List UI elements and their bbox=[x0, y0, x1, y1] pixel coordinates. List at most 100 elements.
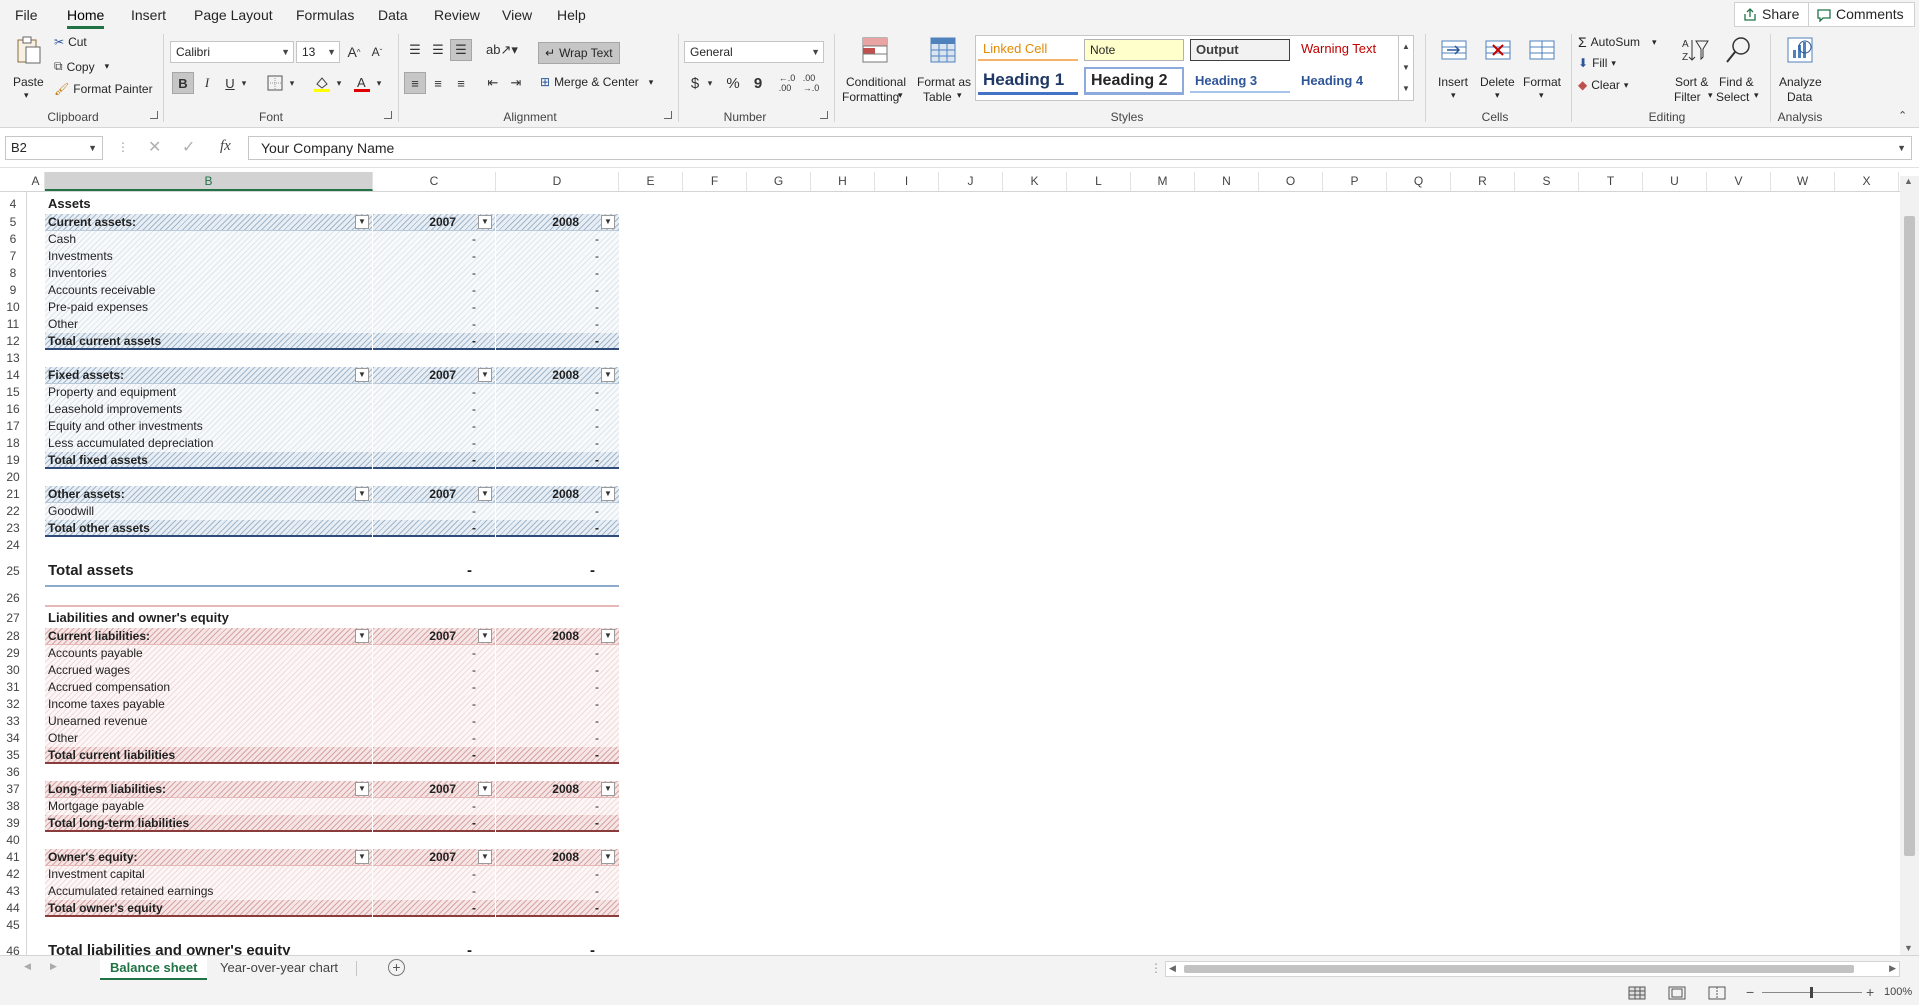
year-header-2007[interactable]: 2007 bbox=[373, 487, 456, 502]
more-options-icon[interactable]: ⋮ bbox=[117, 140, 129, 154]
row-label[interactable]: Accounts receivable bbox=[48, 283, 352, 298]
autosum-button[interactable]: Σ AutoSum ▾ bbox=[1578, 34, 1657, 50]
expand-gallery-icon[interactable]: ▼ bbox=[1399, 78, 1413, 99]
row-label[interactable]: Accumulated retained earnings bbox=[48, 884, 352, 899]
paste-button[interactable]: Paste ▾ bbox=[9, 35, 47, 105]
format-cells-button[interactable]: Format ▾ bbox=[1520, 35, 1564, 107]
chevron-down-icon[interactable]: ▾ bbox=[649, 77, 654, 88]
scroll-down-icon[interactable]: ▼ bbox=[1904, 943, 1913, 953]
tab-insert[interactable]: Insert bbox=[131, 5, 166, 25]
paste-dropdown-icon[interactable]: ▾ bbox=[24, 90, 29, 101]
expand-formula-bar-icon[interactable]: ▼ bbox=[1897, 137, 1906, 159]
value-2007[interactable]: - bbox=[373, 714, 476, 729]
font-family-select[interactable]: Calibri ▼ bbox=[170, 41, 294, 63]
value-2008[interactable]: - bbox=[496, 680, 599, 695]
format-painter-button[interactable]: 🖌 Format Painter bbox=[54, 82, 153, 96]
chevron-down-icon[interactable]: ▼ bbox=[88, 137, 97, 159]
tab-help[interactable]: Help bbox=[557, 5, 586, 25]
scroll-up-icon[interactable]: ▲ bbox=[1904, 176, 1913, 186]
insert-cells-button[interactable]: Insert ▾ bbox=[1434, 35, 1474, 107]
scroll-right-icon[interactable]: ▶ bbox=[1889, 963, 1896, 974]
value-2007[interactable]: - bbox=[373, 799, 476, 814]
add-sheet-icon[interactable]: + bbox=[388, 959, 405, 976]
normal-view-icon[interactable] bbox=[1628, 986, 1648, 1000]
zoom-in-icon[interactable]: + bbox=[1866, 984, 1874, 1000]
value-2007[interactable]: - bbox=[373, 317, 476, 332]
collapse-ribbon-icon[interactable]: ⌃ bbox=[1898, 109, 1907, 122]
year-header-2007[interactable]: 2007 bbox=[373, 215, 456, 230]
value-2008[interactable]: - bbox=[496, 799, 599, 814]
value-2008[interactable]: - bbox=[496, 901, 599, 916]
grand-total-2008[interactable]: - bbox=[496, 562, 595, 579]
value-2007[interactable]: - bbox=[373, 731, 476, 746]
decrease-decimal-icon[interactable]: .00 →.0 bbox=[800, 72, 822, 94]
align-left-icon[interactable]: ≡ bbox=[404, 72, 426, 94]
filter-dropdown-icon[interactable]: ▼ bbox=[601, 368, 615, 382]
number-launcher-icon[interactable] bbox=[820, 111, 828, 119]
value-2008[interactable]: - bbox=[496, 714, 599, 729]
cancel-icon[interactable]: ✕ bbox=[148, 137, 161, 157]
insert-function-icon[interactable]: fx bbox=[220, 138, 231, 155]
value-2008[interactable]: - bbox=[496, 385, 599, 400]
value-2008[interactable]: - bbox=[496, 731, 599, 746]
value-2008[interactable]: - bbox=[496, 884, 599, 899]
increase-font-size-icon[interactable]: A ^ bbox=[343, 41, 365, 63]
row-label[interactable]: Investments bbox=[48, 249, 352, 264]
grand-total-2007[interactable]: - bbox=[373, 942, 472, 955]
row-label[interactable]: Accrued wages bbox=[48, 663, 352, 678]
vertical-scrollbar[interactable]: ▲ ▼ bbox=[1900, 176, 1919, 955]
increase-decimal-icon[interactable]: ←.0.00 bbox=[776, 72, 798, 94]
italic-icon[interactable]: I bbox=[196, 72, 218, 94]
grand-total-label[interactable]: Total assets bbox=[48, 562, 366, 579]
filter-dropdown-icon[interactable]: ▼ bbox=[601, 629, 615, 643]
chevron-down-icon[interactable]: ▾ bbox=[237, 72, 251, 94]
value-2007[interactable]: - bbox=[373, 504, 476, 519]
row-label[interactable]: Accounts payable bbox=[48, 646, 352, 661]
value-2008[interactable]: - bbox=[496, 816, 599, 831]
formula-input[interactable]: Your Company Name ▼ bbox=[248, 136, 1912, 160]
year-header-2007[interactable]: 2007 bbox=[373, 850, 456, 865]
row-label[interactable]: Unearned revenue bbox=[48, 714, 352, 729]
row-label[interactable]: Equity and other investments bbox=[48, 419, 352, 434]
value-2008[interactable]: - bbox=[496, 436, 599, 451]
filter-dropdown-icon[interactable]: ▼ bbox=[355, 629, 369, 643]
fill-color-icon[interactable] bbox=[311, 72, 333, 94]
cut-button[interactable]: ✂ Cut bbox=[54, 35, 87, 49]
chevron-up-icon[interactable]: ▲ bbox=[1399, 36, 1413, 57]
borders-icon[interactable] bbox=[264, 72, 286, 94]
value-2007[interactable]: - bbox=[373, 283, 476, 298]
year-header-2007[interactable]: 2007 bbox=[373, 782, 456, 797]
decrease-indent-icon[interactable]: ⇤ bbox=[482, 72, 504, 94]
row-label[interactable]: Mortgage payable bbox=[48, 799, 352, 814]
previous-sheet-icon[interactable]: ◀ bbox=[24, 961, 31, 972]
align-top-icon[interactable]: ☰ bbox=[404, 39, 426, 61]
style-linked-cell[interactable]: Linked Cell bbox=[978, 39, 1078, 61]
filter-dropdown-icon[interactable]: ▼ bbox=[355, 782, 369, 796]
row-label[interactable]: Other bbox=[48, 731, 352, 746]
row-label[interactable]: Total owner's equity bbox=[48, 901, 352, 916]
filter-dropdown-icon[interactable]: ▼ bbox=[478, 850, 492, 864]
value-2008[interactable]: - bbox=[496, 867, 599, 882]
year-header-2008[interactable]: 2008 bbox=[496, 782, 579, 797]
filter-dropdown-icon[interactable]: ▼ bbox=[478, 629, 492, 643]
year-header-2008[interactable]: 2008 bbox=[496, 215, 579, 230]
year-header-2007[interactable]: 2007 bbox=[373, 368, 456, 383]
share-button[interactable]: Share bbox=[1734, 2, 1811, 27]
horizontal-scrollbar[interactable]: ◀ ▶ bbox=[1165, 961, 1900, 977]
value-2007[interactable]: - bbox=[373, 402, 476, 417]
grand-total-2008[interactable]: - bbox=[496, 942, 595, 955]
fill-button[interactable]: ⬇ Fill ▾ bbox=[1578, 56, 1616, 70]
value-2007[interactable]: - bbox=[373, 663, 476, 678]
filter-dropdown-icon[interactable]: ▼ bbox=[478, 368, 492, 382]
value-2008[interactable]: - bbox=[496, 663, 599, 678]
year-header-2008[interactable]: 2008 bbox=[496, 850, 579, 865]
value-2007[interactable]: - bbox=[373, 816, 476, 831]
more-options-icon[interactable]: ⋮ bbox=[1150, 961, 1162, 975]
tab-data[interactable]: Data bbox=[378, 5, 408, 25]
chevron-down-icon[interactable]: ▾ bbox=[1624, 80, 1629, 91]
filter-dropdown-icon[interactable]: ▼ bbox=[478, 487, 492, 501]
row-label[interactable]: Other assets: bbox=[48, 487, 352, 502]
page-layout-view-icon[interactable] bbox=[1668, 986, 1688, 1000]
delete-cells-button[interactable]: Delete ▾ bbox=[1476, 35, 1520, 107]
year-header-2008[interactable]: 2008 bbox=[496, 629, 579, 644]
